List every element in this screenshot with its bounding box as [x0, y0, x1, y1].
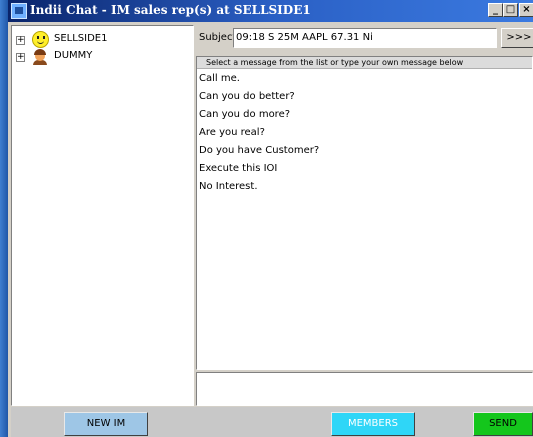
app-icon	[11, 3, 27, 19]
smiley-icon	[32, 31, 49, 48]
more-button[interactable]: >>>	[501, 28, 533, 48]
list-item[interactable]: Are you real?	[199, 127, 265, 138]
expand-icon[interactable]: +	[16, 53, 25, 62]
message-list-header: Select a message from the list or type y…	[197, 57, 532, 69]
expand-icon[interactable]: +	[16, 36, 25, 45]
minimize-button[interactable]: _	[488, 3, 503, 17]
list-item[interactable]: Can you do better?	[199, 91, 295, 102]
list-item[interactable]: Execute this IOI	[199, 163, 277, 174]
new-im-button[interactable]: NEW IM	[64, 412, 148, 436]
subject-row: Subject: 09:18 S 25M AAPL 67.31 Ni >>>	[196, 24, 533, 50]
desktop-background	[0, 0, 8, 437]
send-button[interactable]: SEND	[473, 412, 533, 436]
list-item[interactable]: Can you do more?	[199, 109, 290, 120]
list-item[interactable]: Do you have Customer?	[199, 145, 319, 156]
list-item[interactable]: Call me.	[199, 73, 240, 84]
chat-window: Indii Chat - IM sales rep(s) at SELLSIDE…	[8, 0, 533, 437]
contact-tree[interactable]: + SELLSIDE1 + DUMMY	[11, 25, 194, 406]
list-item[interactable]: No Interest.	[199, 181, 258, 192]
close-button[interactable]: ×	[519, 3, 533, 17]
compose-message-input[interactable]	[196, 372, 533, 406]
tree-item-label: SELLSIDE1	[54, 33, 108, 44]
maximize-button[interactable]: □	[503, 3, 518, 17]
person-icon	[32, 49, 48, 65]
members-button[interactable]: MEMBERS	[331, 412, 415, 436]
subject-field[interactable]: 09:18 S 25M AAPL 67.31 Ni	[233, 28, 497, 48]
message-list[interactable]: Select a message from the list or type y…	[196, 56, 533, 370]
bottom-toolbar: NEW IM MEMBERS SEND	[11, 407, 533, 437]
window-title: Indii Chat - IM sales rep(s) at SELLSIDE…	[30, 3, 311, 17]
title-bar[interactable]: Indii Chat - IM sales rep(s) at SELLSIDE…	[8, 0, 533, 22]
tree-item-label: DUMMY	[54, 50, 93, 61]
